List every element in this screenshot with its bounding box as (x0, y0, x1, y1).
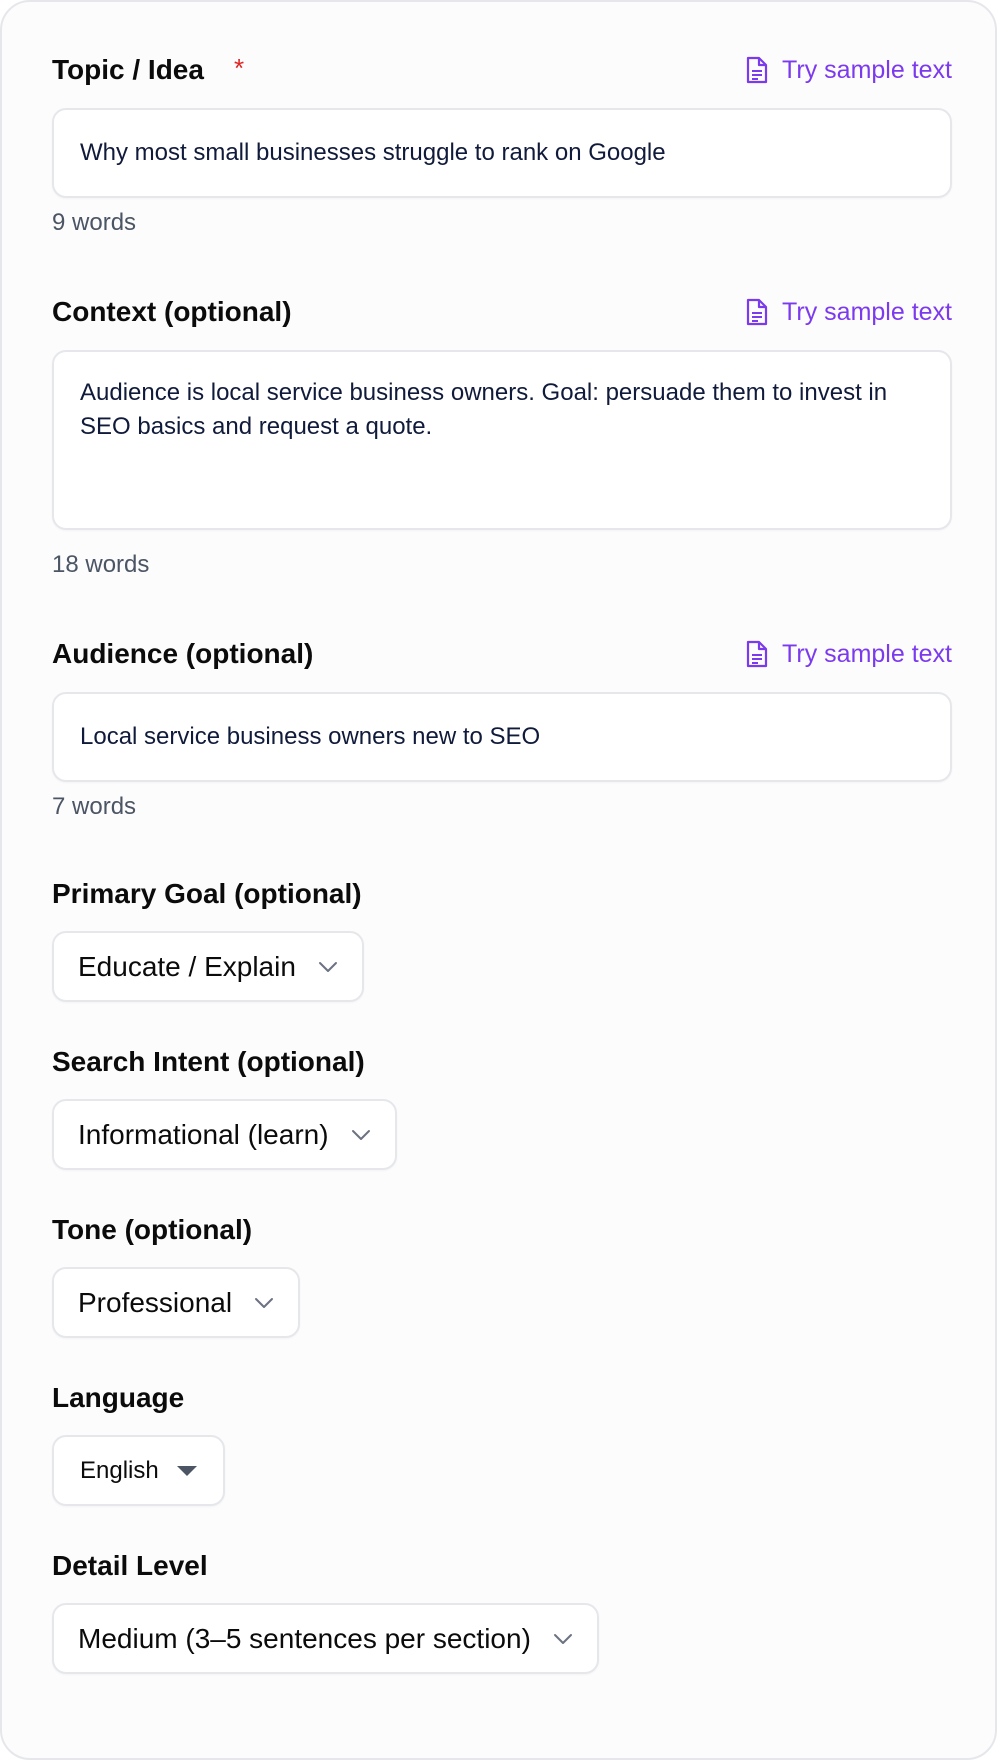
context-word-count: 18 words (52, 551, 150, 578)
topic-input-value: Why most small businesses struggle to ra… (80, 139, 666, 166)
search-intent-label: Search Intent (optional) (52, 1046, 365, 1077)
language-select[interactable]: English (52, 1435, 225, 1506)
topic-sample-label: Try sample text (782, 55, 952, 84)
detail-level-field: Detail Level Medium (3–5 sentences per s… (52, 1546, 952, 1674)
form-card: Topic / Idea * Try sample text Why most … (0, 0, 997, 1760)
context-textarea[interactable]: Audience is local service business owner… (52, 350, 952, 530)
audience-label: Audience (optional) (52, 638, 314, 669)
audience-word-count: 7 words (52, 793, 137, 820)
primary-goal-select[interactable]: Educate / Explain (52, 931, 364, 1002)
chevron-down-icon (553, 1633, 572, 1644)
audience-input-value: Local service business owners new to SEO (80, 723, 541, 750)
audience-field: Audience (optional) Try sample text Loca… (52, 634, 952, 820)
language-field: Language English (52, 1378, 952, 1506)
chevron-down-icon (255, 1297, 274, 1308)
context-sample-link[interactable]: Try sample text (746, 292, 952, 332)
document-icon (746, 298, 768, 326)
topic-input[interactable]: Why most small businesses struggle to ra… (52, 108, 952, 198)
search-intent-select[interactable]: Informational (learn) (52, 1099, 397, 1170)
tone-field: Tone (optional) Professional (52, 1210, 952, 1338)
context-textarea-value: Audience is local service business owner… (80, 379, 888, 440)
primary-goal-label: Primary Goal (optional) (52, 878, 362, 909)
audience-input[interactable]: Local service business owners new to SEO (52, 692, 952, 782)
tone-label: Tone (optional) (52, 1214, 253, 1245)
topic-word-count: 9 words (52, 209, 137, 236)
tone-selected: Professional (78, 1286, 233, 1318)
detail-level-select[interactable]: Medium (3–5 sentences per section) (52, 1603, 599, 1674)
language-selected: English (80, 1456, 159, 1484)
context-label: Context (optional) (52, 296, 292, 327)
detail-level-selected: Medium (3–5 sentences per section) (78, 1622, 531, 1654)
document-icon (746, 56, 768, 84)
topic-sample-link[interactable]: Try sample text (746, 50, 952, 90)
tone-select[interactable]: Professional (52, 1267, 301, 1338)
context-field: Context (optional) Try sample text Audie… (52, 292, 952, 578)
caret-down-icon (176, 1465, 197, 1476)
chevron-down-icon (351, 1129, 370, 1140)
audience-sample-label: Try sample text (782, 639, 952, 668)
required-marker: * (234, 53, 245, 83)
audience-sample-link[interactable]: Try sample text (746, 634, 952, 674)
primary-goal-field: Primary Goal (optional) Educate / Explai… (52, 874, 952, 1002)
context-sample-label: Try sample text (782, 297, 952, 326)
chevron-down-icon (318, 961, 337, 972)
language-label: Language (52, 1382, 185, 1413)
topic-field: Topic / Idea * Try sample text Why most … (52, 50, 952, 236)
detail-level-label: Detail Level (52, 1550, 208, 1581)
primary-goal-selected: Educate / Explain (78, 950, 296, 982)
topic-label: Topic / Idea (52, 54, 204, 85)
document-icon (746, 640, 768, 668)
search-intent-field: Search Intent (optional) Informational (… (52, 1042, 952, 1170)
search-intent-selected: Informational (learn) (78, 1118, 329, 1150)
